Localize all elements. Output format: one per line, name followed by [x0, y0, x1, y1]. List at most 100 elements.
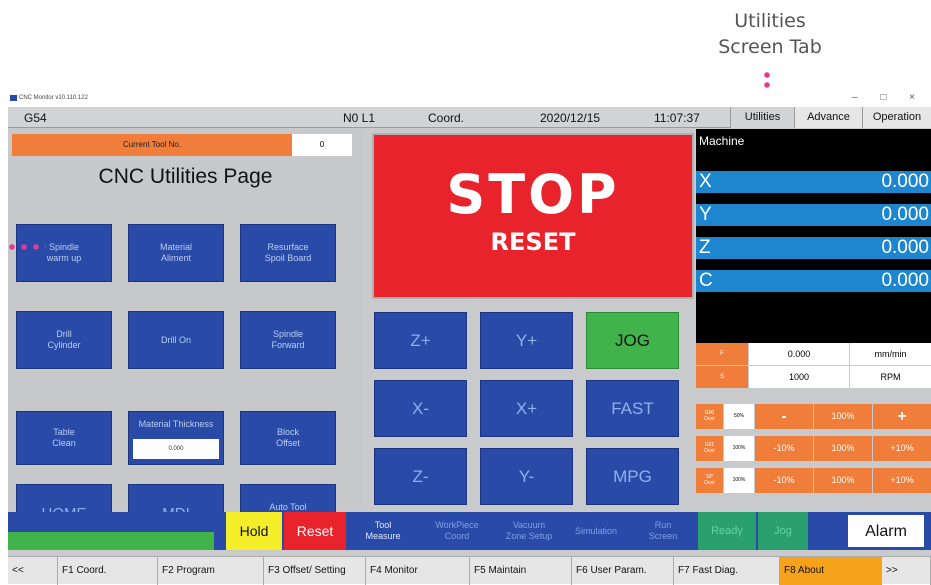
override-key: SP Over — [696, 468, 723, 493]
fkey-f5[interactable]: F5 Maintain — [470, 557, 572, 585]
tab-advance[interactable]: Advance — [794, 107, 862, 128]
override-plus-button[interactable]: + — [873, 404, 931, 429]
cnc-window: CNC Monitor v10.110.122 – □ × G54 N0 L1 … — [8, 90, 931, 585]
feed-value: 0.000 — [749, 343, 849, 365]
override-plus-button[interactable]: +10% — [873, 468, 931, 493]
jog-z-minus-button[interactable]: Z- — [374, 448, 467, 505]
axis-row-z: Z 0.000 — [696, 237, 931, 259]
material-thickness-panel: Material Thickness 0.000 — [128, 411, 224, 465]
table-clean-button[interactable]: Table Clean — [16, 411, 112, 465]
function-key-bar: << F1 Coord. F2 Program F3 Offset/ Setti… — [8, 556, 931, 585]
time-display: 11:07:37 — [654, 111, 700, 125]
jog-y-plus-button[interactable]: Y+ — [480, 312, 573, 369]
feed-unit: mm/min — [850, 343, 931, 365]
drill-cylinder-button[interactable]: Drill Cylinder — [16, 311, 112, 369]
override-pct: 100% — [724, 436, 754, 461]
jog-status: Jog — [758, 512, 808, 550]
date-display: 2020/12/15 — [540, 111, 601, 125]
override-reset-button[interactable]: 100% — [814, 436, 872, 461]
coord-label: Coord. — [428, 111, 465, 125]
progress-indicator — [8, 512, 214, 550]
reset-button[interactable]: Reset — [284, 512, 346, 550]
spindle-warmup-button[interactable]: Spindle warm up — [16, 224, 112, 282]
tool-measure-button[interactable]: Tool Measure — [348, 512, 418, 550]
alarm-button[interactable]: Alarm — [848, 515, 924, 547]
override-pct: 100% — [724, 468, 754, 493]
hold-button[interactable]: Hold — [226, 512, 282, 550]
vacuum-zone-button[interactable]: Vacuum Zone Setup — [496, 512, 562, 550]
drill-on-button[interactable]: Drill On — [128, 311, 224, 369]
jog-x-plus-button[interactable]: X+ — [480, 380, 573, 437]
fkey-f7[interactable]: F7 Fast Diag. — [674, 557, 780, 585]
workpiece-coord-button[interactable]: WorkPiece Coord — [420, 512, 494, 550]
window-controls[interactable]: – □ × — [852, 92, 925, 103]
line-number: N0 L1 — [343, 111, 376, 125]
stop-reset-button[interactable]: STOP RESET — [372, 133, 694, 299]
override-key: G00 Over — [696, 404, 723, 429]
mpg-mode-button[interactable]: MPG — [586, 448, 679, 505]
action-bar: Hold Reset Tool Measure WorkPiece Coord … — [8, 512, 931, 550]
override-minus-button[interactable]: -10% — [755, 436, 813, 461]
block-offset-button[interactable]: Block Offset — [240, 411, 336, 465]
material-thickness-input[interactable]: 0.000 — [133, 439, 219, 459]
annotation-label: Utilities Screen Tab — [718, 10, 822, 58]
ready-status: Ready — [698, 512, 756, 550]
axis-name: X — [699, 171, 712, 192]
current-tool-value: 0 — [292, 134, 352, 156]
jog-y-minus-button[interactable]: Y- — [480, 448, 573, 505]
override-minus-button[interactable]: - — [755, 404, 813, 429]
fkey-f6[interactable]: F6 User Param. — [572, 557, 674, 585]
axis-row-y: Y 0.000 — [696, 204, 931, 226]
title-bar: CNC Monitor v10.110.122 – □ × — [8, 90, 931, 107]
axis-name: C — [699, 270, 713, 291]
fast-mode-button[interactable]: FAST — [586, 380, 679, 437]
fkey-f1[interactable]: F1 Coord. — [58, 557, 158, 585]
axis-value: 0.000 — [881, 171, 929, 192]
run-screen-button[interactable]: Run Screen — [630, 512, 696, 550]
window-title: CNC Monitor v10.110.122 — [19, 95, 88, 101]
fkey-f8[interactable]: F8 About — [780, 557, 882, 585]
resurface-spoilboard-button[interactable]: Resurface Spoil Board — [240, 224, 336, 282]
override-reset-button[interactable]: 100% — [814, 468, 872, 493]
override-pct: 50% — [724, 404, 754, 429]
spindle-unit: RPM — [850, 366, 931, 388]
fkey-f3[interactable]: F3 Offset/ Setting — [264, 557, 366, 585]
override-reset-button[interactable]: 100% — [814, 404, 872, 429]
override-minus-button[interactable]: -10% — [755, 468, 813, 493]
status-bar: G54 N0 L1 Coord. 2020/12/15 11:07:37 Uti… — [8, 107, 931, 128]
fkey-next[interactable]: >> — [882, 557, 931, 585]
tab-operation[interactable]: Operation — [862, 107, 931, 128]
utilities-panel: Current Tool No. 0 CNC Utilities Page Sp… — [8, 129, 363, 542]
simulation-button[interactable]: Simulation — [564, 512, 628, 550]
app-icon — [10, 95, 17, 101]
fkey-prev[interactable]: << — [8, 557, 58, 585]
annotation-pointer-left — [6, 244, 46, 250]
spindle-forward-button[interactable]: Spindle Forward — [240, 311, 336, 369]
fkey-f4[interactable]: F4 Monitor — [366, 557, 470, 585]
material-thickness-label: Material Thickness — [138, 419, 214, 429]
axis-name: Z — [699, 237, 711, 258]
fkey-f2[interactable]: F2 Program — [158, 557, 264, 585]
override-plus-button[interactable]: +10% — [873, 436, 931, 461]
tab-utilities[interactable]: Utilities — [730, 107, 794, 128]
page-title: CNC Utilities Page — [98, 165, 273, 188]
axis-value: 0.000 — [881, 237, 929, 258]
sp-override-row: SP Over 100% -10% 100% +10% — [696, 468, 931, 493]
work-coord: G54 — [24, 111, 47, 125]
axis-value: 0.000 — [881, 270, 929, 291]
override-key: G01 Over — [696, 436, 723, 461]
reset-label: RESET — [490, 228, 576, 256]
axis-row-x: X 0.000 — [696, 171, 931, 193]
feed-key: F — [696, 343, 748, 365]
spindle-key: S — [696, 366, 748, 388]
g01-override-row: G01 Over 100% -10% 100% +10% — [696, 436, 931, 461]
axis-value: 0.000 — [881, 204, 929, 225]
current-tool-label: Current Tool No. — [12, 134, 292, 156]
material-aliment-button[interactable]: Material Aliment — [128, 224, 224, 282]
g00-override-row: G00 Over 50% - 100% + — [696, 404, 931, 429]
spindle-value: 1000 — [749, 366, 849, 388]
jog-mode-button[interactable]: JOG — [586, 312, 679, 369]
stop-label: STOP — [446, 163, 620, 226]
jog-z-plus-button[interactable]: Z+ — [374, 312, 467, 369]
jog-x-minus-button[interactable]: X- — [374, 380, 467, 437]
